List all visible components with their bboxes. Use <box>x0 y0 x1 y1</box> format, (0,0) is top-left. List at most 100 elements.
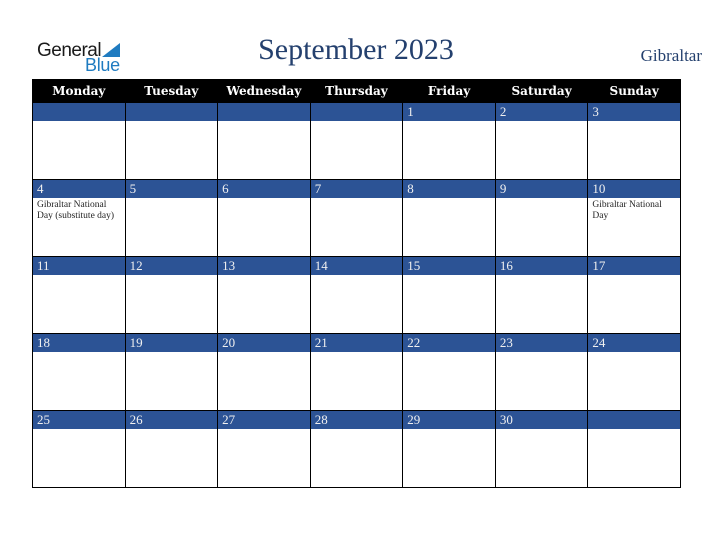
holiday-label <box>126 429 218 431</box>
day-cell[interactable]: 10 Gibraltar National Day <box>587 179 681 257</box>
day-cell[interactable]: 30 <box>494 410 589 488</box>
day-cell[interactable]: 23 <box>494 333 589 411</box>
day-cell[interactable]: 8 <box>402 179 496 257</box>
day-cell[interactable]: 1 <box>402 102 496 180</box>
day-cell[interactable] <box>587 410 681 488</box>
day-number: 17 <box>588 257 680 275</box>
day-number: 14 <box>310 257 403 275</box>
day-number: 28 <box>310 411 403 429</box>
day-cell[interactable] <box>32 102 126 180</box>
day-cell[interactable]: 7 <box>309 179 404 257</box>
day-cell[interactable]: 5 <box>124 179 219 257</box>
holiday-label <box>218 352 310 354</box>
day-number: 25 <box>33 411 125 429</box>
day-number: 8 <box>403 180 495 198</box>
day-cell[interactable]: 26 <box>124 410 219 488</box>
day-number: 5 <box>125 180 218 198</box>
day-number: 3 <box>588 103 680 121</box>
holiday-label <box>218 198 310 200</box>
holiday-label <box>33 121 125 123</box>
day-number <box>125 103 218 121</box>
day-number: 18 <box>33 334 125 352</box>
day-cell[interactable]: 13 <box>217 256 311 334</box>
day-cell[interactable]: 16 <box>494 256 589 334</box>
holiday-label <box>218 121 310 123</box>
day-cell[interactable]: 22 <box>402 333 496 411</box>
day-cell[interactable]: 17 <box>587 256 681 334</box>
day-cell[interactable]: 28 <box>309 410 404 488</box>
weekday-header: Monday <box>32 79 126 103</box>
weekday-header: Saturday <box>494 79 589 103</box>
day-number: 10 <box>588 180 680 198</box>
day-number: 21 <box>310 334 403 352</box>
day-cell[interactable] <box>124 102 219 180</box>
day-number: 4 <box>33 180 125 198</box>
holiday-label <box>496 352 588 354</box>
day-number: 13 <box>218 257 310 275</box>
holiday-label <box>588 275 680 277</box>
day-number: 20 <box>218 334 310 352</box>
holiday-label <box>403 198 495 200</box>
day-number: 6 <box>218 180 310 198</box>
weekday-header: Tuesday <box>124 79 219 103</box>
week-row: 18 19 20 21 22 23 24 <box>32 333 681 411</box>
day-cell[interactable]: 18 <box>32 333 126 411</box>
weekday-header: Friday <box>402 79 496 103</box>
day-cell[interactable] <box>217 102 311 180</box>
day-cell[interactable]: 14 <box>309 256 404 334</box>
holiday-label <box>126 121 218 123</box>
holiday-label: Gibraltar National Day <box>592 200 662 221</box>
holiday-label <box>403 429 495 431</box>
holiday-label <box>496 121 588 123</box>
holiday-label <box>588 352 680 354</box>
day-cell[interactable]: 24 <box>587 333 681 411</box>
day-cell[interactable]: 19 <box>124 333 219 411</box>
weekday-header-row: Monday Tuesday Wednesday Thursday Friday… <box>32 79 681 103</box>
holiday-label <box>588 121 680 123</box>
holiday-label <box>311 275 403 277</box>
day-number <box>218 103 310 121</box>
day-number: 29 <box>403 411 495 429</box>
weekday-header: Thursday <box>309 79 404 103</box>
day-cell[interactable]: 4 Gibraltar National Day (substitute day) <box>32 179 126 257</box>
week-row: 4 Gibraltar National Day (substitute day)… <box>32 179 681 257</box>
holiday-label <box>496 429 588 431</box>
day-number: 1 <box>403 103 495 121</box>
day-number: 9 <box>495 180 588 198</box>
holiday-label <box>588 429 680 431</box>
holiday-label <box>126 352 218 354</box>
day-number: 24 <box>588 334 680 352</box>
holiday-label <box>33 352 125 354</box>
day-number <box>33 103 125 121</box>
holiday-label <box>126 198 218 200</box>
day-cell[interactable]: 15 <box>402 256 496 334</box>
day-cell[interactable]: 29 <box>402 410 496 488</box>
day-cell[interactable]: 2 <box>494 102 589 180</box>
day-cell[interactable]: 21 <box>309 333 404 411</box>
holiday-label <box>33 429 125 431</box>
day-number: 11 <box>33 257 125 275</box>
day-cell[interactable]: 6 <box>217 179 311 257</box>
day-number: 26 <box>125 411 218 429</box>
day-number: 23 <box>495 334 588 352</box>
day-cell[interactable]: 20 <box>217 333 311 411</box>
country-label: Gibraltar <box>640 46 702 65</box>
calendar-grid: Monday Tuesday Wednesday Thursday Friday… <box>32 79 681 488</box>
day-cell[interactable]: 25 <box>32 410 126 488</box>
day-cell[interactable] <box>309 102 404 180</box>
day-number: 16 <box>495 257 588 275</box>
holiday-label <box>218 429 310 431</box>
week-row: 123 <box>32 102 681 180</box>
day-cell[interactable]: 11 <box>32 256 126 334</box>
holiday-label <box>311 121 403 123</box>
holiday-label <box>218 275 310 277</box>
day-cell[interactable]: 9 <box>494 179 589 257</box>
weekday-header: Sunday <box>587 79 681 103</box>
day-number: 15 <box>403 257 495 275</box>
holiday-label <box>126 275 218 277</box>
day-cell[interactable]: 12 <box>124 256 219 334</box>
day-cell[interactable]: 27 <box>217 410 311 488</box>
day-number: 27 <box>218 411 310 429</box>
holiday-label <box>311 429 403 431</box>
day-cell[interactable]: 3 <box>587 102 681 180</box>
